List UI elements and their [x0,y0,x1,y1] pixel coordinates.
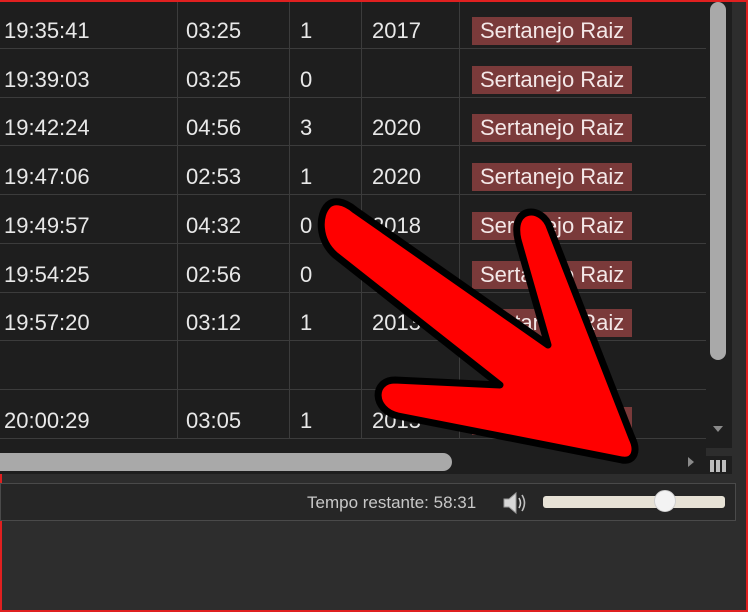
table-row[interactable]: 19:47:06 02:53 1 2020 Sertanejo Raiz [0,146,706,196]
duration-cell: 03:25 [178,2,290,48]
genre-cell [460,341,706,389]
start-time-cell: 19:49:57 [0,194,178,243]
year-cell: 2018 [362,194,460,243]
remaining-time: Tempo restante: 58:31 [307,493,477,512]
year-cell: 2017 [362,2,460,48]
vertical-scrollbar[interactable] [706,2,732,448]
genre-badge: Sertanejo Raiz [472,260,633,289]
genre-badge: Sertanejo Raiz [472,114,633,143]
year-cell: 2020 [362,146,460,195]
scroll-right-arrow-icon[interactable] [688,457,694,467]
year-cell [362,243,460,292]
start-time-cell: 19:35:41 [0,2,178,48]
table-row[interactable]: 19:42:24 04:56 3 2020 Sertanejo Raiz [0,97,706,147]
start-time-cell: 19:39:03 [0,48,178,97]
horizontal-scroll-thumb[interactable] [0,453,452,471]
year-cell [362,48,460,97]
genre-badge: Sertanejo Raiz [472,309,633,338]
year-cell: 2020 [362,97,460,146]
duration-cell [178,340,290,389]
start-time-cell: 19:47:06 [0,146,178,195]
play-count-cell: 0 [290,48,362,97]
genre-badge: Sertanejo Raiz [472,65,633,94]
table-row[interactable]: 19:39:03 03:25 0 Sertanejo Raiz [0,48,706,98]
speaker-icon[interactable] [501,490,529,516]
duration-cell: 04:32 [178,194,290,243]
duration-cell: 03:25 [178,48,290,97]
scroll-down-arrow-icon[interactable] [713,426,723,432]
start-time-cell: 19:57:20 [0,292,178,341]
genre-badge: Sertanejo Raiz [472,163,633,192]
start-time-cell: 19:42:24 [0,97,178,146]
table-row[interactable] [0,340,706,390]
play-count-cell: 3 [290,97,362,146]
table-row[interactable]: 19:57:20 03:12 1 2013 Sertanejo Raiz [0,292,706,342]
play-count-cell: 0 [290,194,362,243]
start-time-cell [0,340,178,389]
vertical-scroll-thumb[interactable] [710,2,726,360]
status-bar: Tempo restante: 58:31 [0,483,736,521]
genre-cell: Sertanejo Raiz [460,292,706,340]
table-row[interactable]: 19:35:41 03:25 1 2017 Sertanejo Raiz [0,2,706,49]
playlist-table: 19:35:41 03:25 1 2017 Sertanejo Raiz 19:39:03… [0,2,706,450]
play-count-cell [290,340,362,389]
genre-badge: Sertanejo Raiz [472,406,633,435]
table-row[interactable]: 19:54:25 02:56 0 Sertanejo Raiz [0,243,706,293]
year-cell: 2013 [362,292,460,341]
horizontal-scrollbar[interactable] [0,450,706,474]
duration-cell: 02:56 [178,243,290,292]
duration-cell: 03:12 [178,292,290,341]
genre-cell: Sertanejo Raiz [460,146,706,194]
play-count-cell: 1 [290,146,362,195]
play-count-cell: 0 [290,243,362,292]
duration-cell: 02:53 [178,146,290,195]
genre-badge: Sertanejo Raiz [472,17,633,45]
table-row[interactable]: 19:49:57 04:32 0 2018 Sertanejo Raiz [0,194,706,244]
genre-cell: Sertanejo Raiz [460,2,706,48]
resize-grip-icon[interactable] [706,456,732,474]
year-cell: 2013 [362,389,460,438]
genre-badge: Sertanejo Raiz [472,211,633,240]
table-row[interactable]: 20:00:29 03:05 1 2013 Sertanejo Raiz [0,389,706,439]
genre-cell: Sertanejo Raiz [460,195,706,243]
duration-cell: 04:56 [178,97,290,146]
genre-cell: Sertanejo Raiz [460,244,706,292]
play-count-cell: 1 [290,389,362,438]
start-time-cell: 19:54:25 [0,243,178,292]
duration-cell: 03:05 [178,389,290,438]
volume-slider[interactable] [543,490,725,512]
start-time-cell: 20:00:29 [0,389,178,438]
genre-cell: Sertanejo Raiz [460,49,706,97]
play-count-cell: 1 [290,292,362,341]
genre-cell: Sertanejo Raiz [460,97,706,145]
volume-slider-knob[interactable] [653,490,676,512]
play-count-cell: 1 [290,2,362,48]
genre-cell: Sertanejo Raiz [460,390,706,438]
year-cell [362,340,460,389]
